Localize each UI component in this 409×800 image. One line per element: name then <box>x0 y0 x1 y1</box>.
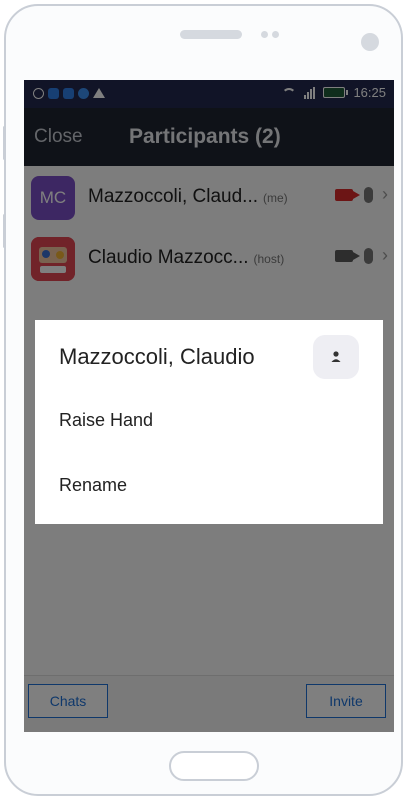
sensor-dot <box>261 31 268 38</box>
screen: 16:25 Close Participants (2) MC Mazzocco… <box>24 80 394 732</box>
raise-hand-option[interactable]: Raise Hand <box>59 410 153 431</box>
volume-up-button <box>3 126 6 160</box>
person-icon[interactable] <box>313 335 359 379</box>
home-button[interactable] <box>169 751 259 781</box>
participant-action-dialog: Mazzoccoli, Claudio Raise Hand Rename <box>35 320 383 524</box>
person-glyph <box>331 351 341 362</box>
volume-down-button <box>3 214 6 248</box>
sensor-dot <box>272 31 279 38</box>
rename-option[interactable]: Rename <box>59 475 127 496</box>
front-camera <box>361 33 379 51</box>
speaker-grille <box>180 30 242 39</box>
dialog-title: Mazzoccoli, Claudio <box>59 344 255 369</box>
